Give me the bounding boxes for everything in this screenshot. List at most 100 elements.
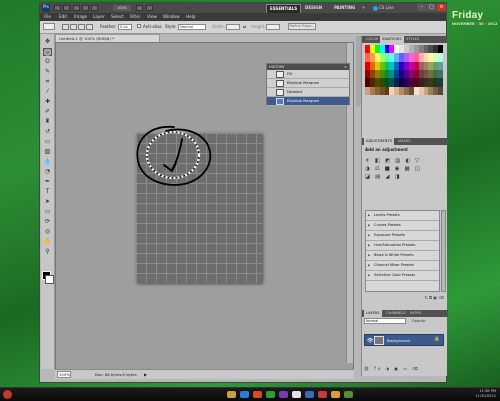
- taskbar-app-icon[interactable]: [253, 391, 262, 398]
- preset-row[interactable]: Exposure Presets: [366, 231, 439, 241]
- history-row[interactable]: Deselect: [267, 88, 349, 97]
- crop-tool-icon[interactable]: ⌗: [43, 78, 52, 86]
- blend-mode-select[interactable]: Normal: [364, 318, 406, 324]
- preset-row[interactable]: Hue/Saturation Presets: [366, 241, 439, 251]
- taskbar-app-icon[interactable]: [240, 391, 249, 398]
- clone-stamp-icon[interactable]: ♜: [43, 118, 52, 126]
- minimize-button[interactable]: –: [417, 4, 426, 11]
- tool-preset-picker[interactable]: [43, 23, 55, 30]
- anti-alias-checkbox[interactable]: [137, 24, 141, 28]
- menu-edit[interactable]: Edit: [59, 13, 67, 21]
- healing-brush-icon[interactable]: ✚: [43, 98, 52, 106]
- subtract-selection-icon[interactable]: [78, 24, 85, 30]
- menu-window[interactable]: Window: [163, 13, 180, 21]
- tab-masks[interactable]: MASKS: [396, 138, 412, 145]
- tab-color[interactable]: COLOR: [364, 36, 381, 43]
- adjustment-icons-row-2[interactable]: ◑ ⚖ ■ ◉ ▦ ◫: [365, 165, 445, 173]
- width-input[interactable]: [226, 24, 240, 30]
- screen-mode-icon[interactable]: [146, 5, 153, 11]
- quick-select-tool-icon[interactable]: ✎: [43, 68, 52, 76]
- history-row[interactable]: Elliptical Marquee: [267, 79, 349, 88]
- height-input[interactable]: [266, 24, 280, 30]
- layers-footer-icons[interactable]: ⛓ fx ◑ ▣ ▭ ⌫: [364, 366, 444, 373]
- zoom-tool-icon[interactable]: ⚲: [43, 248, 52, 256]
- shape-tool-icon[interactable]: ▭: [43, 208, 52, 216]
- zoom-tool-icon[interactable]: [82, 5, 89, 11]
- taskbar-app-icon[interactable]: [292, 391, 301, 398]
- taskbar-app-icon[interactable]: [279, 391, 288, 398]
- lasso-tool-icon[interactable]: ʘ: [43, 58, 52, 66]
- menu-select[interactable]: Select: [111, 13, 124, 21]
- move-tool-icon[interactable]: ✥: [43, 38, 52, 46]
- history-row-selected[interactable]: Elliptical Marquee: [267, 97, 349, 106]
- adjustment-icons-row-3[interactable]: ◪ ▤ ◢ ◨: [365, 173, 445, 181]
- new-selection-icon[interactable]: [62, 24, 69, 30]
- color-swatch[interactable]: [438, 78, 443, 87]
- style-select[interactable]: Normal: [178, 24, 206, 30]
- layer-row-background[interactable]: 👁 Background 🔒: [364, 334, 444, 346]
- menu-file[interactable]: File: [44, 13, 51, 21]
- preset-row[interactable]: Channel Mixer Presets: [366, 261, 439, 271]
- color-swatch[interactable]: [438, 45, 443, 54]
- intersect-selection-icon[interactable]: [86, 24, 93, 30]
- refine-edge-button[interactable]: Refine Edge...: [288, 23, 316, 30]
- taskbar-app-icon[interactable]: [331, 391, 340, 398]
- 3d-rotate-tool-icon[interactable]: ⟳: [43, 218, 52, 226]
- brush-tool-icon[interactable]: ✐: [43, 108, 52, 116]
- maximize-button[interactable]: □: [427, 4, 436, 11]
- path-select-tool-icon[interactable]: ➤: [43, 198, 52, 206]
- more-workspaces-icon[interactable]: »: [362, 4, 365, 12]
- gradient-tool-icon[interactable]: ▨: [43, 148, 52, 156]
- zoom-level-select[interactable]: 100%: [113, 5, 131, 11]
- launch-minibridge-icon[interactable]: [63, 5, 70, 11]
- visibility-eye-icon[interactable]: 👁: [367, 338, 373, 344]
- eyedropper-tool-icon[interactable]: ⁄: [43, 88, 52, 96]
- close-button[interactable]: ×: [437, 4, 446, 11]
- eraser-tool-icon[interactable]: ▭: [43, 138, 52, 146]
- status-zoom-field[interactable]: 100%: [57, 371, 71, 378]
- swap-icon[interactable]: ⇄: [243, 23, 246, 30]
- tab-adjustments[interactable]: ADJUSTMENTS: [364, 138, 394, 145]
- tab-paths[interactable]: PATHS: [408, 310, 423, 317]
- marquee-tool-icon[interactable]: ◯: [43, 48, 52, 56]
- menu-image[interactable]: Image: [74, 13, 87, 21]
- start-button[interactable]: [3, 390, 12, 399]
- pen-tool-icon[interactable]: ✒: [43, 178, 52, 186]
- color-swatch[interactable]: [438, 53, 443, 62]
- adjustments-footer-icons[interactable]: ↻ ⧉ ▣ ⌫: [362, 295, 448, 301]
- dodge-tool-icon[interactable]: ◔: [43, 168, 52, 176]
- adjustment-icons[interactable]: ☀ ◧ ◩ ▥ ◐ ▽ ◑ ⚖ ■ ◉ ▦ ◫ ◪ ▤ ◢ ◨: [365, 157, 445, 181]
- color-swatch[interactable]: [438, 69, 443, 79]
- workspace-design[interactable]: DESIGN: [302, 4, 325, 12]
- adjustment-icons-row-1[interactable]: ☀ ◧ ◩ ▥ ◐ ▽: [365, 157, 445, 165]
- tab-styles[interactable]: STYLES: [404, 36, 421, 43]
- color-swatch[interactable]: [438, 61, 443, 70]
- taskbar-app-icon[interactable]: [227, 391, 236, 398]
- blur-tool-icon[interactable]: 💧: [43, 158, 52, 166]
- status-menu-arrow[interactable]: ▶: [144, 370, 147, 379]
- background-color-swatch[interactable]: [45, 275, 54, 284]
- menu-help[interactable]: Help: [186, 13, 196, 21]
- taskbar-app-icon[interactable]: [305, 391, 314, 398]
- taskbar-app-icon[interactable]: [266, 391, 275, 398]
- rotate-view-icon[interactable]: [91, 5, 98, 11]
- menu-filter[interactable]: Filter: [130, 13, 140, 21]
- taskbar-app-icon[interactable]: [318, 391, 327, 398]
- history-brush-icon[interactable]: ↺: [43, 128, 52, 136]
- type-tool-icon[interactable]: T: [43, 188, 52, 196]
- tray-clock[interactable]: 11:58 PM 11/30/2012: [468, 389, 496, 399]
- feather-input[interactable]: 0 px: [118, 24, 132, 30]
- taskbar-app-icon[interactable]: [344, 391, 353, 398]
- preset-row[interactable]: Black & White Presets: [366, 251, 439, 261]
- color-swatch[interactable]: [438, 86, 443, 95]
- preset-row[interactable]: Selective Color Presets: [366, 271, 439, 281]
- history-row[interactable]: Fill: [267, 70, 349, 79]
- tab-layers[interactable]: LAYERS: [364, 310, 382, 317]
- tab-channels[interactable]: CHANNELS: [384, 310, 408, 317]
- 3d-orbit-tool-icon[interactable]: ◎: [43, 228, 52, 236]
- tab-swatches[interactable]: SWATCHES: [380, 36, 404, 43]
- menu-view[interactable]: View: [147, 13, 157, 21]
- add-selection-icon[interactable]: [70, 24, 77, 30]
- hand-tool-icon[interactable]: [73, 5, 80, 11]
- launch-bridge-icon[interactable]: [54, 5, 61, 11]
